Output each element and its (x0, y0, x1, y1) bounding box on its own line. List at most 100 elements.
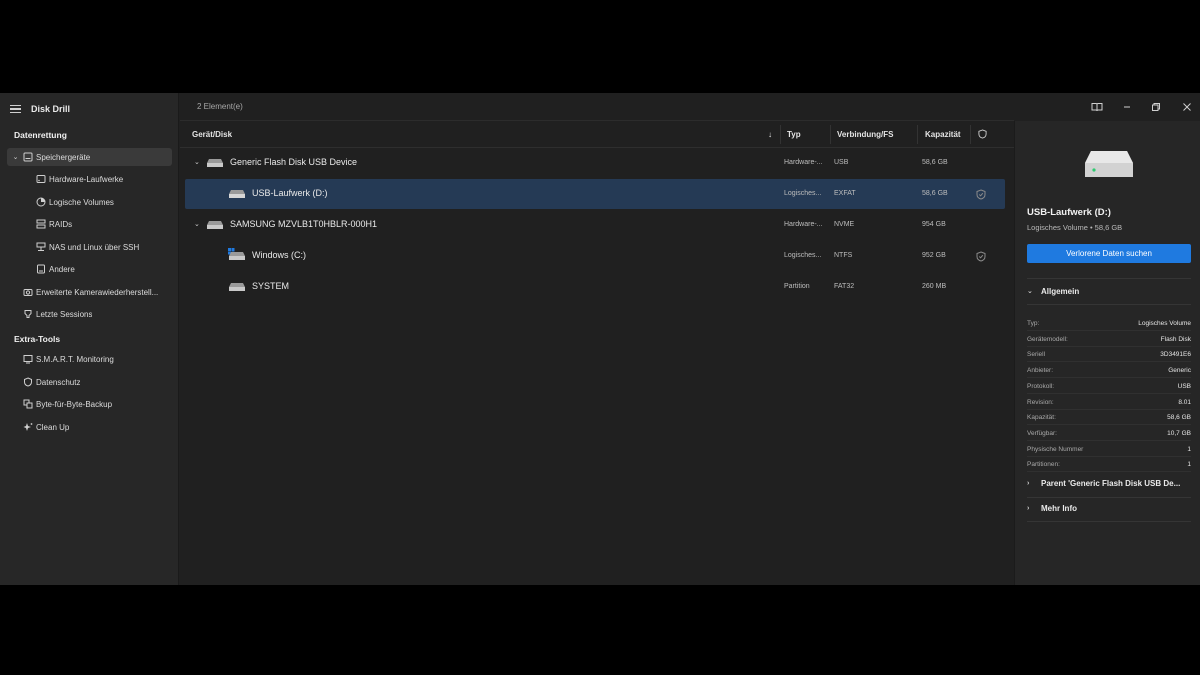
storage-icon (22, 152, 33, 163)
windows-drive-icon (228, 248, 245, 260)
sidebar-item-label: Hardware-Laufwerke (49, 174, 124, 184)
device-type: Partition (784, 283, 810, 290)
device-name: Generic Flash Disk USB Device (230, 157, 358, 167)
item-count: 2 Element(e) (197, 102, 243, 111)
window-controls (1080, 93, 1200, 121)
sidebar-item-label: RAIDs (49, 219, 73, 229)
panel-subtitle: Logisches Volume • 58,6 GB (1027, 223, 1123, 232)
sidebar-item-label: Datenschutz (36, 377, 81, 387)
sidebar-item-cleanup[interactable]: Clean Up (7, 418, 172, 436)
history-icon (22, 309, 33, 320)
property-row: Typ: Logisches Volume (1027, 316, 1191, 331)
nas-icon (35, 242, 46, 253)
section-general[interactable]: ⌄ Allgemein (1027, 283, 1079, 299)
table-row[interactable]: Windows (C:) Logisches... NTFS 952 GB (185, 241, 1005, 271)
property-value: Flash Disk (1160, 335, 1191, 343)
sidebar-item-label: Byte-für-Byte-Backup (36, 399, 113, 409)
sidebar-item-label: S.M.A.R.T. Monitoring (36, 354, 114, 364)
property-row: Anbieter: Generic (1027, 363, 1191, 379)
protection-shield-icon[interactable] (976, 189, 986, 200)
pie-icon (35, 197, 46, 208)
section-more-info[interactable]: › Mehr Info (1027, 500, 1077, 516)
device-capacity: 58,6 GB (922, 190, 948, 197)
monitor-icon (22, 354, 33, 365)
table-row[interactable]: SYSTEM Partition FAT32 260 MB (185, 272, 1005, 302)
sidebar-item-label: Erweiterte Kamerawiederherstell... (36, 287, 159, 297)
property-key: Kapazität: (1027, 414, 1056, 422)
property-key: Partitionen: (1027, 461, 1060, 469)
section-tools: Extra-Tools (14, 334, 61, 344)
device-connection: FAT32 (834, 283, 855, 290)
device-name: SAMSUNG MZVLB1T0HBLR-000H1 (230, 219, 378, 229)
chevron-right-icon: › (1027, 504, 1030, 512)
property-row: Seriell 3D3491E6 (1027, 347, 1191, 363)
device-connection: NVME (834, 221, 855, 228)
sidebar: Disk Drill Datenrettung ⌄ Speichergeräte… (0, 93, 179, 585)
sidebar-item-nas[interactable]: NAS und Linux über SSH (7, 238, 172, 256)
sparkle-icon (22, 422, 33, 433)
chevron-down-icon[interactable]: ⌄ (194, 220, 200, 228)
sidebar-item-logical[interactable]: Logische Volumes (7, 193, 172, 211)
camera-icon (22, 287, 33, 298)
property-value: 1 (1187, 445, 1191, 453)
property-key: Revision: (1027, 398, 1054, 406)
property-key: Anbieter: (1027, 367, 1054, 375)
sidebar-item-sessions[interactable]: Letzte Sessions (7, 305, 172, 323)
volume-icon (229, 283, 245, 291)
sidebar-item-protection[interactable]: Datenschutz (7, 373, 172, 391)
sort-arrow-icon[interactable]: ↓ (768, 130, 772, 139)
column-type[interactable]: Typ (787, 130, 801, 139)
table-row[interactable]: ⌄ SAMSUNG MZVLB1T0HBLR-000H1 Hardware-..… (185, 210, 1005, 240)
book-icon[interactable] (1090, 100, 1104, 114)
protection-shield-icon[interactable] (976, 251, 986, 262)
device-type: Logisches... (784, 252, 822, 259)
property-value: 58,6 GB (1167, 414, 1191, 422)
close-icon[interactable] (1180, 100, 1194, 114)
property-row: Gerätemodell: Flash Disk (1027, 332, 1191, 347)
chevron-right-icon: › (1027, 479, 1030, 487)
restore-icon[interactable] (1149, 100, 1163, 114)
property-value: 1 (1187, 461, 1191, 469)
shield-icon (22, 377, 33, 388)
sidebar-item-label: Letzte Sessions (36, 309, 93, 319)
device-capacity: 260 MB (922, 283, 947, 290)
table-row[interactable]: USB-Laufwerk (D:) Logisches... EXFAT 58,… (185, 179, 1005, 209)
device-connection: NTFS (834, 252, 853, 259)
sidebar-item-raids[interactable]: RAIDs (7, 215, 172, 233)
search-lost-data-button[interactable]: Verlorene Daten suchen (1027, 244, 1191, 263)
sidebar-item-storage[interactable]: ⌄ Speichergeräte (7, 148, 172, 166)
sidebar-item-camera[interactable]: Erweiterte Kamerawiederherstell... (7, 283, 172, 301)
device-connection: USB (834, 159, 849, 166)
chevron-down-icon[interactable]: ⌄ (11, 153, 20, 161)
menu-icon[interactable] (10, 104, 21, 114)
sidebar-item-label: Logische Volumes (49, 197, 114, 207)
column-connection[interactable]: Verbindung/FS (837, 130, 893, 139)
table-row[interactable]: ⌄ Generic Flash Disk USB Device Hardware… (185, 148, 1005, 178)
property-row: Partitionen: 1 (1027, 457, 1191, 473)
column-capacity[interactable]: Kapazität (925, 130, 961, 139)
volume-icon (229, 190, 245, 198)
column-device[interactable]: Gerät/Disk (192, 130, 232, 139)
sidebar-item-label: Andere (49, 264, 75, 274)
sidebar-item-other[interactable]: Andere (7, 260, 172, 278)
sidebar-item-hardware[interactable]: Hardware-Laufwerke (7, 170, 172, 188)
property-value: 10,7 GB (1167, 429, 1191, 437)
property-value: USB (1177, 382, 1191, 390)
hard-drive-icon (35, 174, 46, 185)
property-row: Protokoll: USB (1027, 379, 1191, 394)
section-parent[interactable]: › Parent 'Generic Flash Disk USB De... (1027, 475, 1180, 491)
minimize-icon[interactable] (1120, 100, 1134, 114)
brand: Disk Drill (10, 101, 70, 117)
property-value: Generic (1168, 367, 1191, 375)
device-type: Hardware-... (784, 159, 823, 166)
sidebar-item-backup[interactable]: Byte-für-Byte-Backup (7, 395, 172, 413)
property-key: Seriell (1027, 351, 1046, 359)
property-value: 3D3491E6 (1160, 351, 1191, 359)
sidebar-item-smart[interactable]: S.M.A.R.T. Monitoring (7, 350, 172, 368)
shield-column-icon[interactable] (978, 129, 987, 141)
main-area: 2 Element(e) Gerät/Disk ↓ Typ Verbindung… (180, 93, 1014, 585)
section-label: Parent 'Generic Flash Disk USB De... (1041, 478, 1181, 488)
chevron-down-icon[interactable]: ⌄ (194, 158, 200, 166)
panel-title: USB-Laufwerk (D:) (1027, 207, 1111, 218)
details-panel: USB-Laufwerk (D:) Logisches Volume • 58,… (1014, 121, 1200, 585)
